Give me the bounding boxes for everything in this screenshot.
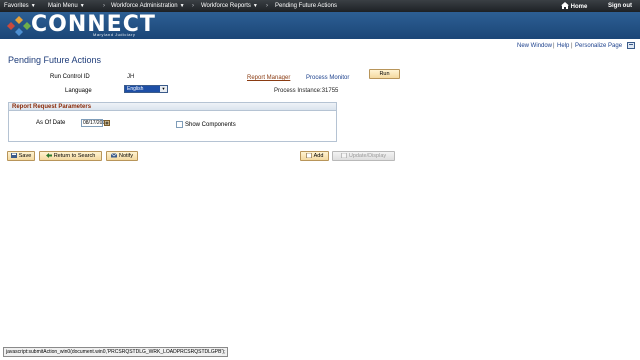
- save-icon: [10, 153, 17, 158]
- top-nav-bar: Favorites ▼ Main Menu ▼ › Workforce Admini…: [0, 0, 640, 12]
- main-menu-label: Main Menu: [48, 3, 78, 9]
- main-menu[interactable]: Main Menu ▼: [48, 2, 85, 10]
- return-to-search-button[interactable]: Return to Search: [39, 151, 102, 161]
- new-window-link[interactable]: New Window: [517, 42, 552, 50]
- chevron-down-icon: ▼: [252, 3, 258, 9]
- help-link[interactable]: Help: [557, 42, 569, 50]
- language-label: Language: [65, 88, 92, 94]
- notify-button[interactable]: Notify: [106, 151, 138, 161]
- process-monitor-link[interactable]: Process Monitor: [306, 74, 349, 82]
- breadcrumb-label: Workforce Reports: [201, 3, 251, 9]
- home-icon: [561, 2, 569, 9]
- run-control-id-label: Run Control ID: [50, 74, 90, 80]
- as-of-date-label: As Of Date: [36, 120, 66, 126]
- home-label: Home: [570, 4, 588, 10]
- show-components-label: Show Components: [185, 122, 236, 128]
- breadcrumb-workforce-reports[interactable]: Workforce Reports ▼: [201, 2, 258, 10]
- group-header: Report Request Parameters: [9, 103, 336, 111]
- update-display-label: Update/Display: [348, 153, 387, 159]
- breadcrumb-workforce-administration[interactable]: Workforce Administration ▼: [111, 2, 185, 10]
- notify-icon: [110, 153, 117, 158]
- show-components-checkbox[interactable]: [176, 121, 183, 128]
- return-icon: [45, 153, 52, 158]
- page-title: Pending Future Actions: [8, 55, 102, 65]
- chevron-down-icon: ▼: [79, 3, 85, 9]
- chevron-down-icon: ▼: [160, 86, 167, 92]
- favorites-label: Favorites: [4, 3, 29, 9]
- breadcrumb-separator-icon: ›: [192, 3, 194, 9]
- chevron-down-icon: ▼: [30, 3, 36, 9]
- breadcrumb-label: Workforce Administration: [111, 3, 178, 9]
- sign-out-link[interactable]: Sign out: [608, 2, 632, 10]
- as-of-date-input[interactable]: 08/17/2015: [81, 119, 108, 127]
- return-to-search-label: Return to Search: [53, 153, 96, 159]
- update-display-icon: [341, 153, 347, 158]
- logo-subtitle: Maryland Judiciary: [93, 32, 136, 37]
- update-display-button[interactable]: Update/Display: [332, 151, 395, 161]
- favorites-menu[interactable]: Favorites ▼: [4, 2, 36, 10]
- banner: CONNECT Maryland Judiciary: [0, 12, 640, 39]
- personalize-page-link[interactable]: Personalize Page: [575, 42, 622, 50]
- language-select[interactable]: English ▼: [124, 85, 168, 93]
- breadcrumb-separator-icon: ›: [103, 3, 105, 9]
- connect-logo-icon: [7, 16, 31, 36]
- link-divider: |: [571, 43, 573, 49]
- add-icon: [305, 153, 312, 158]
- calendar-icon[interactable]: ▦: [104, 120, 110, 126]
- add-label: Add: [313, 153, 324, 159]
- browser-status-bar: javascript:submitAction_win0(document.wi…: [3, 347, 229, 357]
- run-control-id-value: JH: [127, 74, 135, 80]
- breadcrumb-separator-icon: ›: [266, 3, 268, 9]
- report-manager-link[interactable]: Report Manager: [247, 74, 290, 82]
- add-button[interactable]: Add: [300, 151, 329, 161]
- breadcrumb-pending-future-actions[interactable]: Pending Future Actions: [275, 2, 337, 10]
- save-button[interactable]: Save: [7, 151, 35, 161]
- page-options-icon[interactable]: [627, 42, 635, 49]
- link-divider: |: [553, 43, 555, 49]
- chevron-down-icon: ▼: [179, 3, 185, 9]
- language-selected-value: English: [127, 86, 144, 92]
- home-link[interactable]: Home: [561, 2, 587, 10]
- run-button[interactable]: Run: [369, 69, 400, 79]
- notify-label: Notify: [118, 153, 134, 159]
- save-label: Save: [18, 153, 32, 159]
- process-instance: Process Instance:31755: [274, 88, 339, 94]
